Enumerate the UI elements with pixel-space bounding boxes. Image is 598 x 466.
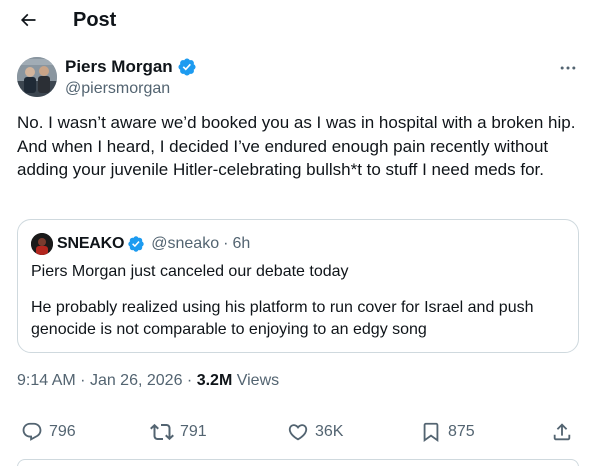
quoted-tweet[interactable]: SNEAKO @sneako · 6h Piers Morgan just ca… xyxy=(17,219,579,353)
views-label: Views xyxy=(236,372,280,389)
quoted-tweet-time: 6h xyxy=(232,235,251,252)
author-handle[interactable]: @piersmorgan xyxy=(65,79,197,99)
like-button[interactable]: 36K xyxy=(287,420,343,444)
verified-badge-icon[interactable] xyxy=(177,57,197,77)
avatar-image xyxy=(17,57,57,97)
share-icon xyxy=(553,423,571,441)
more-options-button[interactable] xyxy=(556,58,580,78)
ellipsis-icon xyxy=(560,66,576,70)
bookmark-button[interactable]: 875 xyxy=(420,420,475,444)
quoted-author-avatar xyxy=(31,233,53,255)
post-time[interactable]: 9:14 AM xyxy=(17,372,76,389)
repost-icon xyxy=(150,423,174,441)
separator-dot: · xyxy=(223,235,229,252)
heart-icon xyxy=(288,424,308,441)
quoted-tweet-header: SNEAKO @sneako · 6h xyxy=(31,233,250,255)
reply-count: 796 xyxy=(49,423,76,440)
reply-icon xyxy=(22,422,42,441)
like-count: 36K xyxy=(315,423,344,440)
reply-composer-edge xyxy=(17,459,579,466)
arrow-left-icon xyxy=(20,13,36,27)
author-name[interactable]: Piers Morgan xyxy=(65,55,173,79)
reply-button[interactable]: 796 xyxy=(21,420,76,444)
repost-count: 791 xyxy=(180,423,207,440)
page-title: Post xyxy=(73,9,117,31)
post-date[interactable]: Jan 26, 2026 xyxy=(90,372,183,389)
quoted-author-handle: @sneako xyxy=(151,235,220,252)
author-info: Piers Morgan @piersmorgan xyxy=(65,55,197,99)
quoted-tweet-text: Piers Morgan just canceled our debate to… xyxy=(31,261,571,355)
tweet-text: No. I wasn’t aware we’d booked you as I … xyxy=(17,113,576,179)
bookmark-count: 875 xyxy=(448,423,475,440)
quoted-paragraph-2: He probably realized using his platform … xyxy=(31,299,534,338)
separator-dot: · xyxy=(186,372,193,389)
share-button[interactable] xyxy=(551,420,579,444)
quoted-paragraph-1: Piers Morgan just canceled our debate to… xyxy=(31,263,349,280)
repost-button[interactable]: 791 xyxy=(150,420,207,444)
quoted-author-name: SNEAKO xyxy=(57,235,125,252)
back-button[interactable] xyxy=(14,6,42,34)
top-bar: Post xyxy=(0,0,598,40)
action-bar: 796 791 36K 875 xyxy=(0,420,598,444)
verified-badge-icon xyxy=(127,235,145,253)
tweet-meta: 9:14 AM · Jan 26, 2026 · 3.2M Views xyxy=(17,370,279,392)
bookmark-icon xyxy=(423,422,439,443)
separator-dot: · xyxy=(80,372,86,389)
views-count: 3.2M xyxy=(196,372,233,389)
author-avatar[interactable] xyxy=(17,57,57,97)
